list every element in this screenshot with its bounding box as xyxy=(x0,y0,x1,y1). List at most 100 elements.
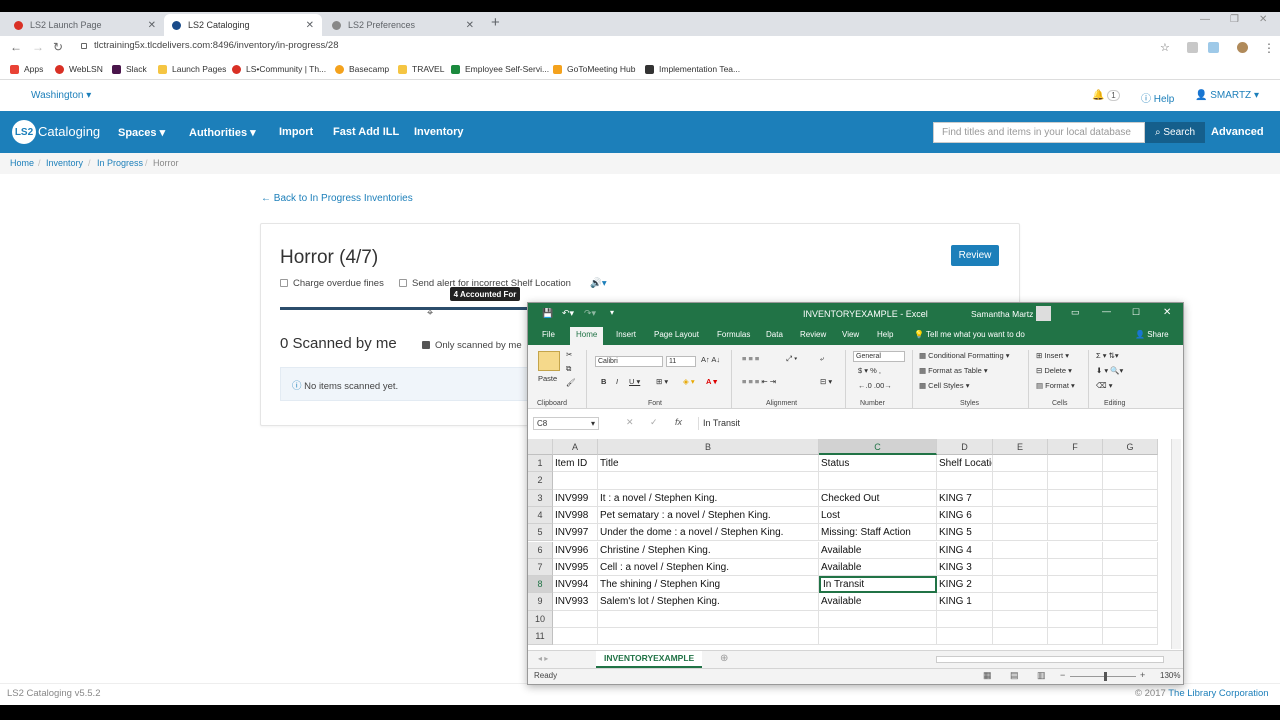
cut-icon[interactable]: ✂ xyxy=(566,350,572,359)
table-cell[interactable] xyxy=(598,628,819,646)
sound-icon[interactable]: 🔊▾ xyxy=(590,278,607,289)
paste-icon[interactable] xyxy=(538,351,560,371)
format-cells-button[interactable]: ▤ Format ▾ xyxy=(1036,381,1075,390)
table-cell[interactable] xyxy=(1103,610,1158,628)
underline-icon[interactable]: U ▾ xyxy=(629,377,640,386)
excel-close-icon[interactable]: ✕ xyxy=(1163,307,1171,318)
zoom-out-icon[interactable]: − xyxy=(1060,670,1065,680)
table-cell[interactable] xyxy=(993,576,1048,594)
table-cell[interactable] xyxy=(993,593,1048,611)
breadcrumb-in-progress[interactable]: In Progress xyxy=(97,158,143,168)
zoom-level[interactable]: 130% xyxy=(1160,671,1180,680)
font-name-select[interactable]: Calibri xyxy=(595,356,663,367)
back-arrow-icon[interactable]: ← xyxy=(10,40,22,54)
excel-user-avatar[interactable] xyxy=(1036,306,1051,321)
decimal-icon[interactable]: ←.0 .00→ xyxy=(858,381,892,390)
table-cell[interactable]: INV994 xyxy=(553,576,598,594)
url-field[interactable]: tlctraining5x.tlcdelivers.com:8496/inven… xyxy=(94,40,338,51)
ribbon-tab-file[interactable]: File xyxy=(542,330,555,339)
breadcrumb-home[interactable]: Home xyxy=(10,158,34,168)
nav-fast-add-ill[interactable]: Fast Add ILL xyxy=(333,126,399,138)
reload-icon[interactable]: ↻ xyxy=(53,40,63,54)
bookmark-employee-self-service[interactable]: Employee Self-Servi... xyxy=(451,64,549,74)
ribbon-options-icon[interactable]: ▭ xyxy=(1071,307,1080,318)
table-cell[interactable]: Item ID xyxy=(553,455,598,473)
table-cell[interactable] xyxy=(1103,455,1158,473)
search-button[interactable]: ⌕ Search xyxy=(1145,122,1205,143)
table-cell[interactable] xyxy=(993,524,1048,542)
page-layout-view-icon[interactable]: ▤ xyxy=(1010,670,1019,681)
advanced-search-link[interactable]: Advanced xyxy=(1211,126,1264,138)
ribbon-tab-insert[interactable]: Insert xyxy=(616,330,636,339)
bookmark-star-icon[interactable]: ☆ xyxy=(1160,41,1170,54)
fill-icon[interactable]: ⬇ ▾ 🔍▾ xyxy=(1096,366,1123,375)
enter-icon[interactable]: ✓ xyxy=(650,417,658,428)
table-cell[interactable] xyxy=(1048,455,1103,473)
table-cell[interactable]: Available xyxy=(819,593,937,611)
table-cell[interactable]: KING 3 xyxy=(937,558,993,577)
table-cell[interactable]: Christine / Stephen King. xyxy=(598,541,819,559)
table-cell[interactable] xyxy=(819,472,937,490)
table-cell[interactable] xyxy=(1048,541,1103,559)
bookmark-travel[interactable]: TRAVEL xyxy=(398,64,444,74)
column-header-g[interactable]: G xyxy=(1103,439,1158,455)
undo-icon[interactable]: ↶▾ xyxy=(562,308,574,319)
cell-styles-button[interactable]: ▦ Cell Styles ▾ xyxy=(919,381,969,390)
user-menu[interactable]: 👤 SMARTZ ▾ xyxy=(1195,90,1259,101)
search-input[interactable]: Find titles and items in your local data… xyxy=(933,122,1145,143)
quick-access-icon[interactable]: ▾ xyxy=(610,308,614,317)
autosum-icon[interactable]: Σ ▾ ⇅▾ xyxy=(1096,351,1119,360)
table-cell[interactable] xyxy=(1103,524,1158,542)
ribbon-tab-review[interactable]: Review xyxy=(800,330,826,339)
add-sheet-icon[interactable]: ⊕ xyxy=(720,653,728,664)
ribbon-tab-view[interactable]: View xyxy=(842,330,859,339)
normal-view-icon[interactable]: ▦ xyxy=(983,670,992,681)
cancel-icon[interactable]: ✕ xyxy=(626,417,634,428)
copy-icon[interactable]: ⧉ xyxy=(566,364,571,374)
row-header[interactable]: 2 xyxy=(528,472,553,490)
company-link[interactable]: The Library Corporation xyxy=(1168,688,1268,699)
table-cell[interactable]: The shining / Stephen King xyxy=(598,576,819,594)
zoom-slider[interactable] xyxy=(1070,676,1136,677)
spreadsheet-grid[interactable]: A B C D E F G 1 Item ID Title Status Shelf L… xyxy=(528,439,1168,649)
table-cell[interactable]: INV993 xyxy=(553,593,598,611)
table-cell[interactable] xyxy=(1048,524,1103,542)
close-window-icon[interactable]: ✕ xyxy=(1259,14,1267,25)
table-cell[interactable] xyxy=(1048,610,1103,628)
ribbon-tab-home[interactable]: Home xyxy=(570,327,604,345)
review-button[interactable]: Review xyxy=(951,245,999,266)
ribbon-tab-help[interactable]: Help xyxy=(877,330,893,339)
table-cell[interactable]: Status xyxy=(819,455,937,473)
close-icon[interactable]: ✕ xyxy=(148,20,156,31)
bookmark-apps[interactable]: Apps xyxy=(10,64,43,74)
nav-spaces[interactable]: Spaces ▾ xyxy=(118,126,165,139)
table-cell[interactable] xyxy=(993,455,1048,473)
close-icon[interactable]: ✕ xyxy=(466,20,474,31)
table-cell[interactable]: Salem's lot / Stephen King. xyxy=(598,593,819,611)
table-cell[interactable]: Missing: Staff Action xyxy=(819,524,937,542)
extension-icon[interactable] xyxy=(1208,42,1219,53)
table-cell[interactable]: KING 2 xyxy=(937,576,993,594)
paste-label[interactable]: Paste xyxy=(538,374,557,383)
row-header[interactable]: 1 xyxy=(528,455,553,473)
table-cell[interactable] xyxy=(993,489,1048,507)
share-button[interactable]: 👤 Share xyxy=(1135,330,1169,339)
tell-me-search[interactable]: 💡 Tell me what you want to do xyxy=(914,330,1025,339)
save-icon[interactable]: 💾 xyxy=(542,308,553,319)
formula-input[interactable]: In Transit xyxy=(698,417,1178,430)
number-format-select[interactable]: General xyxy=(853,351,905,362)
insert-function-icon[interactable]: fx xyxy=(675,417,682,427)
table-cell[interactable] xyxy=(1103,558,1158,577)
table-cell[interactable]: KING 7 xyxy=(937,489,993,507)
table-cell[interactable] xyxy=(598,472,819,490)
vertical-scrollbar[interactable] xyxy=(1171,439,1181,649)
bookmark-weblsn[interactable]: WebLSN xyxy=(55,64,103,74)
row-header[interactable]: 4 xyxy=(528,506,553,525)
table-cell[interactable] xyxy=(1048,593,1103,611)
page-break-view-icon[interactable]: ▥ xyxy=(1037,670,1046,681)
charge-overdue-checkbox[interactable] xyxy=(280,279,288,287)
notifications-button[interactable]: 🔔 1 xyxy=(1092,90,1120,101)
table-cell[interactable]: INV995 xyxy=(553,558,598,577)
table-cell[interactable]: INV997 xyxy=(553,524,598,542)
column-header-a[interactable]: A xyxy=(553,439,598,455)
